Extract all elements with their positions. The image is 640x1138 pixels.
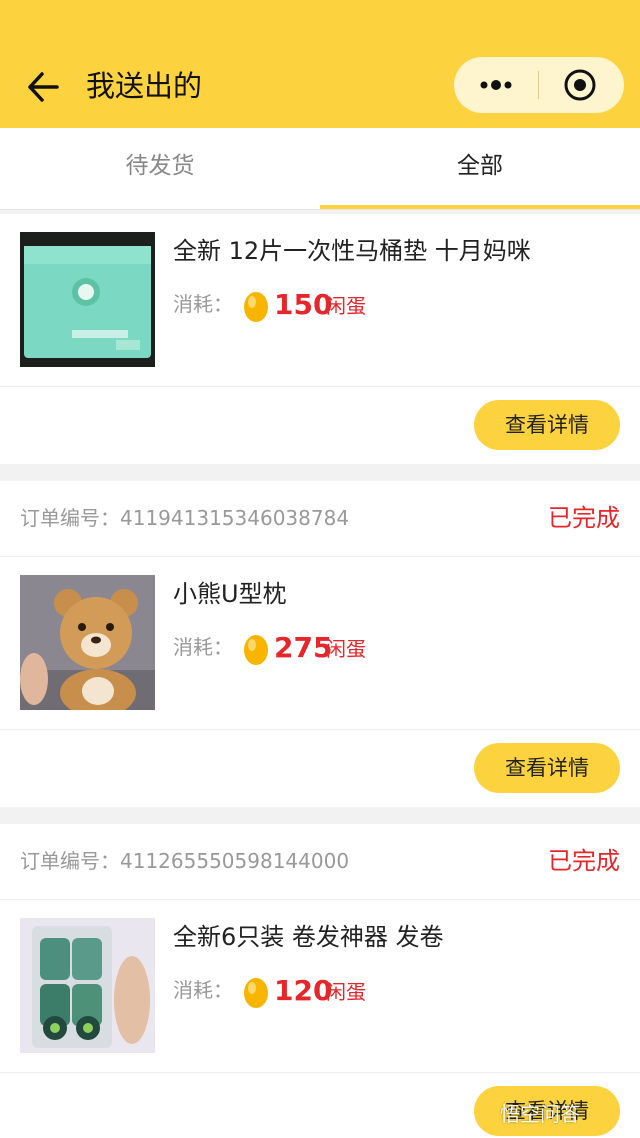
view-details-button[interactable]: 查看详情 <box>474 400 620 450</box>
tab-pending[interactable]: 待发货 <box>0 128 320 210</box>
cost-unit: 闲蛋 <box>326 637 366 661</box>
order-header: 订单编号：411265550598144000 已完成 <box>0 824 640 900</box>
egg-coin-icon <box>244 635 268 665</box>
cost-value: 150 <box>274 288 333 321</box>
cost-label: 消耗： <box>173 292 233 316</box>
view-details-button[interactable]: 查看详情 <box>474 743 620 793</box>
product-title: 小熊U型枕 <box>173 580 287 608</box>
mini-program-capsule <box>454 57 624 113</box>
egg-coin-icon <box>244 978 268 1008</box>
product-image[interactable] <box>20 232 155 367</box>
product-image[interactable] <box>20 918 155 1053</box>
order-number: 订单编号：411941315346038784 <box>20 503 349 533</box>
page-title: 我送出的 <box>86 69 203 103</box>
order-card: 全新 12片一次性马桶垫 十月妈咪 消耗： 150 闲蛋 查看详情 <box>0 214 640 464</box>
active-tab-indicator <box>320 205 640 209</box>
egg-coin-icon <box>244 292 268 322</box>
divider <box>0 386 640 387</box>
order-card: 订单编号：411265550598144000 已完成 全新6只装 卷发神器 发… <box>0 824 640 1138</box>
order-card: 订单编号：411941315346038784 已完成 小熊U型枕 消耗： 27… <box>0 481 640 807</box>
watermark: 悟空问答 <box>500 1102 580 1126</box>
order-number-label: 订单编号： <box>20 849 120 873</box>
cost-unit: 闲蛋 <box>326 980 366 1004</box>
product-title: 全新6只装 卷发神器 发卷 <box>173 923 444 951</box>
arrow-left-icon[interactable] <box>26 70 60 104</box>
target-circle-icon[interactable] <box>562 67 598 103</box>
status-badge: 已完成 <box>548 504 620 532</box>
status-badge: 已完成 <box>548 847 620 875</box>
cost-label: 消耗： <box>173 635 233 659</box>
order-header: 订单编号：411941315346038784 已完成 <box>0 481 640 557</box>
order-number-value: 411265550598144000 <box>120 849 350 873</box>
order-number-value: 411941315346038784 <box>120 506 350 530</box>
cost-value: 275 <box>274 631 333 664</box>
more-dots-icon[interactable] <box>472 67 520 103</box>
cost-unit: 闲蛋 <box>326 294 366 318</box>
divider <box>0 729 640 730</box>
product-title: 全新 12片一次性马桶垫 十月妈咪 <box>173 237 531 265</box>
cost-value: 120 <box>274 974 333 1007</box>
tab-bar: 待发货 全部 <box>0 128 640 210</box>
cost-label: 消耗： <box>173 978 233 1002</box>
divider <box>0 1072 640 1073</box>
product-image[interactable] <box>20 575 155 710</box>
navbar: 我送出的 <box>0 0 640 128</box>
tab-all[interactable]: 全部 <box>320 128 640 210</box>
capsule-divider <box>538 71 539 99</box>
order-number-label: 订单编号： <box>20 506 120 530</box>
order-number: 订单编号：411265550598144000 <box>20 846 349 876</box>
